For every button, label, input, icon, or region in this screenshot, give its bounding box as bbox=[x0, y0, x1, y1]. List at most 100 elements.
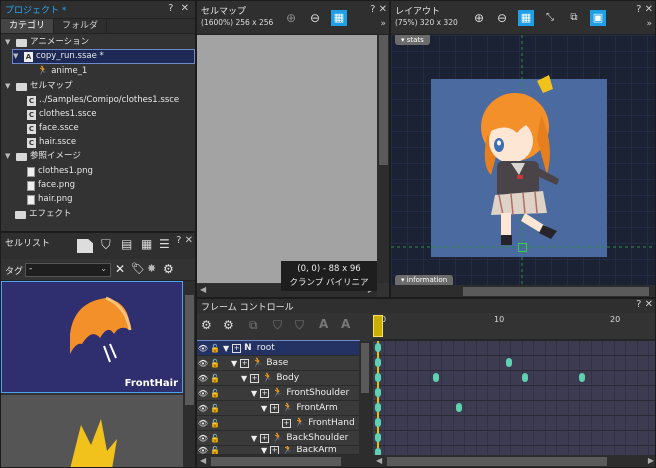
tab-category[interactable]: カテゴリ bbox=[1, 19, 55, 33]
sparkle-icon[interactable]: ✸ bbox=[147, 262, 156, 275]
layout-canvas[interactable]: ▾ stats ▾ information bbox=[391, 35, 655, 285]
cell-grid-icon[interactable]: ▦ bbox=[141, 237, 152, 251]
lock-icon[interactable]: 🔓 bbox=[209, 374, 221, 383]
eye-icon[interactable]: 👁 bbox=[197, 389, 209, 398]
tree-item-cell-file[interactable]: C face.ssce bbox=[27, 122, 79, 135]
cellmap-canvas[interactable] bbox=[197, 35, 377, 283]
tree-item-copy-run[interactable]: ▼ A copy_run.ssae * bbox=[12, 49, 195, 64]
part-row-front-hand[interactable]: 👁 🔓 + 🏃 FrontHand bbox=[197, 416, 359, 431]
tree-item-image-file[interactable]: face.png bbox=[27, 179, 75, 192]
tag-select[interactable]: - ⌄ bbox=[25, 263, 111, 277]
tree-item-effect[interactable]: エフェクト bbox=[15, 208, 72, 221]
zoom-in-icon[interactable]: ⊕ bbox=[283, 10, 299, 26]
tree-item-cell-file[interactable]: C clothes1.ssce bbox=[27, 108, 96, 121]
panel-controls[interactable]: ? ✕ bbox=[176, 235, 193, 246]
keyframe[interactable] bbox=[506, 358, 512, 367]
text-a-icon[interactable]: A bbox=[319, 317, 328, 331]
part-row-back-arm[interactable]: 👁 🔓 ▼ + 🏃 BackArm bbox=[197, 446, 359, 455]
part-row-root[interactable]: 👁 🔓 ▼ + N root bbox=[197, 340, 360, 357]
add-part-icon[interactable]: ⚙ bbox=[201, 318, 212, 332]
lock-icon[interactable]: 🔓 bbox=[209, 359, 221, 368]
lock-icon[interactable]: 🔓 bbox=[209, 419, 221, 428]
panel-controls[interactable]: ? ✕ bbox=[636, 4, 653, 15]
zoom-out-icon[interactable]: ⊖ bbox=[307, 10, 323, 26]
bounds-icon[interactable]: ⧉ bbox=[566, 10, 582, 26]
shield-alt-icon[interactable]: ⛉ bbox=[295, 318, 304, 333]
transform-icon[interactable]: ⤡ bbox=[542, 10, 558, 26]
gear-icon[interactable]: ⚙ bbox=[163, 262, 174, 276]
keyframe[interactable] bbox=[456, 403, 462, 412]
layout-hscroll[interactable] bbox=[391, 285, 655, 297]
keyframe[interactable] bbox=[375, 358, 381, 367]
expand-icon[interactable]: » bbox=[380, 19, 386, 29]
panel-controls[interactable]: ? ✕ bbox=[636, 299, 653, 310]
keyframe[interactable] bbox=[522, 373, 528, 382]
copy-icon[interactable]: ⧉ bbox=[249, 318, 258, 333]
zoom-out-icon[interactable]: ⊖ bbox=[494, 10, 510, 26]
tree-item-cell-file[interactable]: C hair.ssce bbox=[27, 136, 76, 149]
lock-icon[interactable]: 🔓 bbox=[209, 344, 221, 353]
grid-toggle-icon[interactable]: ▦ bbox=[331, 10, 347, 26]
part-row-body[interactable]: 👁 🔓 ▼ + 🏃 Body bbox=[197, 371, 359, 386]
tree-item-image-file[interactable]: clothes1.png bbox=[27, 165, 93, 178]
close-icon[interactable]: ✕ bbox=[115, 262, 125, 276]
information-toggle[interactable]: ▾ information bbox=[395, 275, 454, 285]
cellmap-vscroll[interactable] bbox=[377, 35, 389, 283]
eye-icon[interactable]: 👁 bbox=[197, 419, 209, 428]
stats-toggle[interactable]: ▾ stats bbox=[395, 35, 430, 45]
add-part-child-icon[interactable]: ⚙ bbox=[223, 318, 234, 332]
text-a-alt-icon[interactable]: A bbox=[341, 317, 350, 331]
tree-item-reference-images[interactable]: ▼ 参照イメージ bbox=[5, 150, 81, 163]
keyframe[interactable] bbox=[375, 403, 381, 412]
keyframe[interactable] bbox=[375, 418, 381, 427]
eye-icon[interactable]: 👁 bbox=[197, 434, 209, 443]
playhead-marker[interactable] bbox=[373, 315, 383, 337]
panel-controls[interactable]: ? ✕ bbox=[370, 4, 387, 15]
cell-shield-icon[interactable]: ⛉ bbox=[101, 238, 111, 253]
eye-icon[interactable]: 👁 bbox=[197, 344, 209, 353]
part-row-back-shoulder[interactable]: 👁 🔓 ▼ + 🏃 BackShoulder bbox=[197, 431, 359, 446]
cell-list-icon[interactable]: ☰ bbox=[159, 237, 170, 251]
keyframe[interactable] bbox=[375, 388, 381, 397]
grid-toggle-icon[interactable]: ▦ bbox=[518, 10, 534, 26]
new-cell-icon[interactable] bbox=[77, 239, 93, 253]
tree-item-anime1[interactable]: 🏃 anime_1 bbox=[37, 65, 87, 78]
expand-icon[interactable]: » bbox=[646, 19, 652, 29]
timeline[interactable]: 0 10 20 ◀ ▶ bbox=[373, 313, 655, 467]
eye-icon[interactable]: 👁 bbox=[197, 359, 209, 368]
tab-folder[interactable]: フォルダ bbox=[54, 19, 108, 33]
timeline-hscroll[interactable]: ◀ ▶ bbox=[373, 455, 655, 467]
background-toggle-icon[interactable]: ▣ bbox=[590, 10, 606, 26]
eye-icon[interactable]: 👁 bbox=[197, 404, 209, 413]
lock-icon[interactable]: 🔓 bbox=[209, 446, 221, 454]
cell-preview-2[interactable] bbox=[1, 395, 183, 467]
lock-icon[interactable]: 🔓 bbox=[209, 389, 221, 398]
origin-marker[interactable] bbox=[518, 243, 527, 252]
celllist-vscroll[interactable] bbox=[183, 281, 195, 467]
cell-book-icon[interactable]: ▤ bbox=[121, 237, 132, 251]
timeline-ruler[interactable]: 0 10 20 bbox=[373, 313, 655, 339]
part-tree-hscroll[interactable]: ◀ bbox=[197, 455, 373, 467]
cell-preview[interactable]: FrontHair bbox=[1, 281, 183, 393]
keyframe[interactable] bbox=[375, 373, 381, 382]
lock-icon[interactable]: 🔓 bbox=[209, 434, 221, 443]
part-row-front-arm[interactable]: 👁 🔓 ▼ + 🏃 FrontArm bbox=[197, 401, 359, 416]
tree-item-image-file[interactable]: hair.png bbox=[27, 193, 73, 206]
part-row-front-shoulder[interactable]: 👁 🔓 ▼ + 🏃 FrontShoulder bbox=[197, 386, 359, 401]
tree-item-animation[interactable]: ▼ アニメーション bbox=[5, 36, 89, 49]
eye-icon[interactable]: 👁 bbox=[197, 374, 209, 383]
keyframe[interactable] bbox=[375, 433, 381, 442]
keyframe[interactable] bbox=[375, 343, 381, 352]
eye-icon[interactable]: 👁 bbox=[197, 446, 209, 454]
tree-item-cellmap[interactable]: ▼ セルマップ bbox=[5, 80, 73, 93]
tag-icon[interactable]: 🏷 bbox=[131, 262, 145, 275]
keyframe[interactable] bbox=[433, 373, 439, 382]
keyframe[interactable] bbox=[579, 373, 585, 382]
tree-item-cell-file[interactable]: C ../Samples/Comipo/clothes1.ssce bbox=[27, 94, 179, 107]
part-row-base[interactable]: 👁 🔓 ▼ + 🏃 Base bbox=[197, 356, 359, 371]
lock-icon[interactable]: 🔓 bbox=[209, 404, 221, 413]
panel-controls[interactable]: ? ✕ bbox=[168, 3, 191, 14]
part-tree-vscroll[interactable] bbox=[359, 341, 371, 455]
shield-icon[interactable]: ⛉ bbox=[273, 318, 282, 333]
zoom-in-icon[interactable]: ⊕ bbox=[471, 10, 487, 26]
